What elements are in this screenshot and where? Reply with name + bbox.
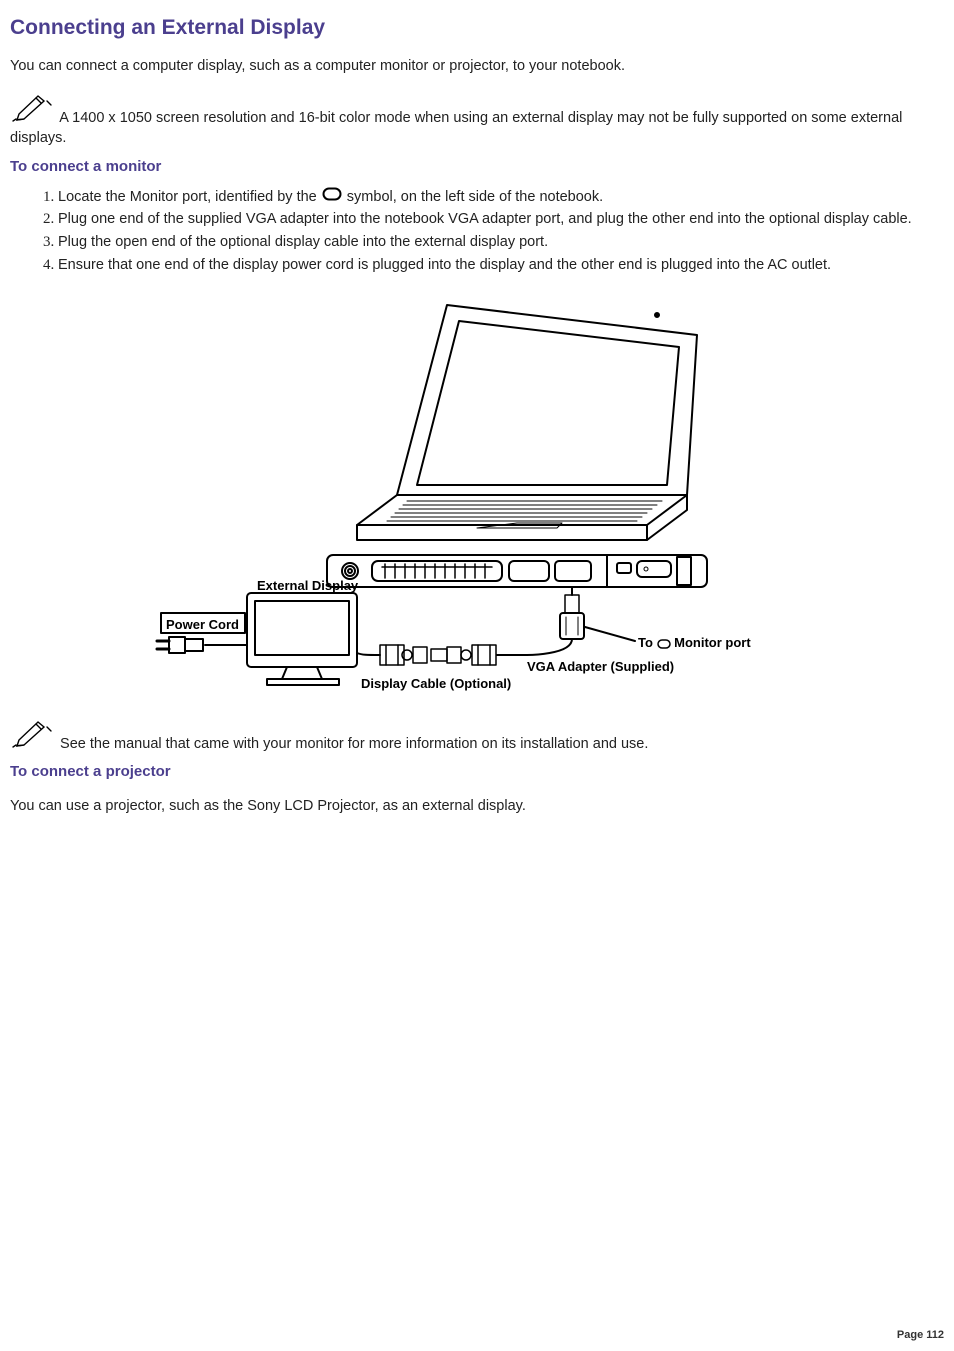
label-vga-adapter: VGA Adapter (Supplied) xyxy=(527,658,674,676)
heading-connect-monitor: To connect a monitor xyxy=(10,157,944,177)
projector-paragraph: You can use a projector, such as the Son… xyxy=(10,797,944,817)
note-manual: See the manual that came with your monit… xyxy=(10,718,944,755)
step-1: Locate the Monitor port, identified by t… xyxy=(58,187,944,208)
intro-paragraph: You can connect a computer display, such… xyxy=(10,57,944,77)
note-manual-text: See the manual that came with your monit… xyxy=(56,736,648,752)
page-number: Page 112 xyxy=(897,1328,944,1343)
connection-diagram: External Display Power Cord To Monitor p… xyxy=(10,295,944,702)
note-resolution: A 1400 x 1050 screen resolution and 16-b… xyxy=(10,92,944,148)
note-icon xyxy=(10,718,54,755)
note-resolution-text: A 1400 x 1050 screen resolution and 16-b… xyxy=(10,110,902,146)
label-to-monitor-port: To Monitor port xyxy=(638,634,751,652)
step-3: Plug the open end of the optional displa… xyxy=(58,232,944,253)
monitor-port-icon xyxy=(322,187,342,208)
heading-connect-projector: To connect a projector xyxy=(10,762,944,782)
step-1-text-a: Locate the Monitor port, identified by t… xyxy=(58,189,321,205)
label-display-cable: Display Cable (Optional) xyxy=(361,675,511,693)
step-2: Plug one end of the supplied VGA adapter… xyxy=(58,209,944,230)
note-icon xyxy=(10,92,54,129)
step-1-text-b: symbol, on the left side of the notebook… xyxy=(343,189,603,205)
label-external-display: External Display xyxy=(257,577,358,595)
label-power-cord: Power Cord xyxy=(166,616,239,634)
steps-list: Locate the Monitor port, identified by t… xyxy=(10,187,944,275)
step-4: Ensure that one end of the display power… xyxy=(58,255,944,276)
page-title: Connecting an External Display xyxy=(10,14,944,42)
